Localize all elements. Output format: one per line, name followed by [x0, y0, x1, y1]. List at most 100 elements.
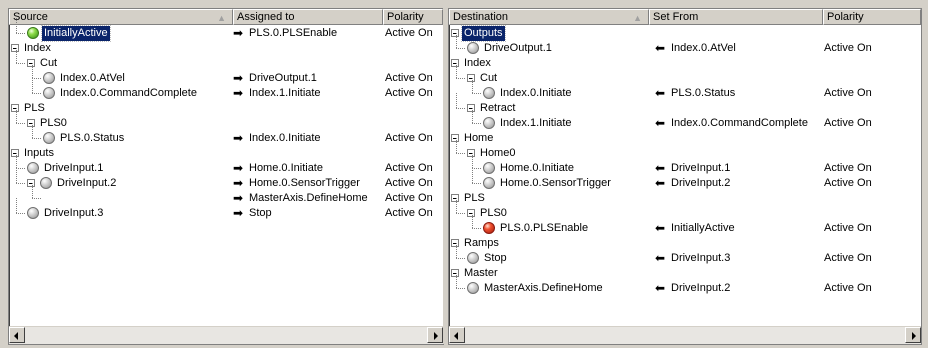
tree-item-label[interactable]: Retract — [478, 101, 517, 116]
tree-group-row[interactable]: Index — [9, 41, 443, 56]
tree-item-label[interactable]: Home.0.SensorTrigger — [498, 176, 613, 191]
tree-group-row[interactable]: PLS0 — [449, 198, 921, 221]
tree-group-row[interactable]: Home — [449, 131, 921, 146]
collapse-icon[interactable] — [27, 179, 35, 187]
tree-row[interactable]: InitiallyActive ➡ PLS.0.PLSEnable Active On — [9, 18, 443, 42]
tree-group-row[interactable]: Index — [449, 56, 921, 71]
column-header-set-from[interactable]: Set From — [649, 9, 823, 25]
collapse-icon[interactable] — [451, 29, 459, 37]
arrow-right-icon: ➡ — [233, 131, 244, 145]
tree-row[interactable]: Home.0.SensorTrigger ⬅ DriveInput.2 Active … — [449, 168, 921, 191]
horizontal-scrollbar[interactable] — [9, 326, 443, 344]
tree-item-label[interactable]: PLS0 — [38, 116, 69, 131]
collapse-icon[interactable] — [27, 119, 35, 127]
pane-splitter[interactable] — [443, 8, 447, 344]
tree-row[interactable]: MasterAxis.DefineHome ⬅ DriveInput.2 Active… — [449, 273, 921, 296]
collapse-icon[interactable] — [467, 149, 475, 157]
tree-row[interactable]: Index.1.Initiate ⬅ Index.0.CommandComplete… — [449, 108, 921, 131]
tree-item-label[interactable]: Home — [462, 131, 495, 146]
tree-connector-line — [472, 153, 473, 168]
scroll-right-button[interactable] — [427, 327, 443, 343]
tree-item-label[interactable]: Index.0.AtVel — [58, 71, 127, 86]
tree-row[interactable]: Home.0.Initiate ⬅ DriveInput.1 Active On — [449, 153, 921, 176]
collapse-icon[interactable] — [467, 74, 475, 82]
tree-item-label[interactable]: PLS.0.Status — [58, 131, 126, 146]
tree-item-label[interactable]: Home.0.Initiate — [498, 161, 576, 176]
tree-item-label[interactable]: Stop — [482, 251, 509, 266]
tree-item-label[interactable]: MasterAxis.DefineHome — [482, 281, 605, 296]
collapse-icon[interactable] — [451, 134, 459, 142]
tree-group-row[interactable]: PLS — [9, 101, 443, 116]
column-header-polarity[interactable]: Polarity — [823, 9, 921, 25]
tree-group-row[interactable]: Cut — [9, 48, 443, 71]
tree-row[interactable]: DriveInput.1 ➡ Home.0.Initiate Active On — [9, 153, 443, 176]
tree-item-label[interactable]: Ramps — [462, 236, 501, 251]
tree-group-row[interactable]: Retract — [449, 93, 921, 116]
tree-item-label[interactable]: PLS — [462, 191, 487, 206]
source-list-pane[interactable]: Source ▲ Assigned to Polarity InitiallyA… — [8, 8, 444, 345]
collapse-icon[interactable] — [451, 269, 459, 277]
tree-item-label[interactable]: Cut — [478, 71, 499, 86]
tree-item-label[interactable]: Cut — [38, 56, 59, 71]
tree-item-label[interactable]: DriveInput.2 — [55, 176, 118, 191]
horizontal-scrollbar[interactable] — [449, 326, 921, 344]
tree-item-label[interactable]: DriveInput.1 — [42, 161, 105, 176]
column-header-polarity[interactable]: Polarity — [383, 9, 443, 25]
scroll-left-button[interactable] — [449, 327, 465, 343]
column-header-assigned-to[interactable]: Assigned to — [233, 9, 383, 25]
tree-item-label[interactable]: Index — [462, 56, 493, 71]
destination-tree[interactable]: Outputs DriveOutput.1 ⬅ Index.0.AtVel Active… — [449, 25, 921, 327]
tree-connector-line — [456, 258, 465, 259]
tree-item-label[interactable]: DriveInput.3 — [42, 206, 105, 221]
tree-group-row[interactable]: Ramps — [449, 236, 921, 251]
tree-item-label[interactable]: DriveOutput.1 — [482, 41, 554, 56]
tree-row[interactable]: DriveInput.3 ➡ Stop Active On — [9, 198, 443, 221]
tree-item-label[interactable]: Index — [22, 41, 53, 56]
collapse-icon[interactable] — [451, 59, 459, 67]
collapse-icon[interactable] — [27, 59, 35, 67]
scroll-left-button[interactable] — [9, 327, 25, 343]
tree-group-row[interactable]: PLS0 — [9, 108, 443, 131]
tree-item-label[interactable]: Index.0.CommandComplete — [58, 86, 199, 101]
tree-item-label[interactable]: InitiallyActive — [41, 25, 111, 42]
collapse-icon[interactable] — [451, 239, 459, 247]
tree-item-label[interactable]: Index.0.Initiate — [498, 86, 574, 101]
tree-item-label[interactable]: Inputs — [22, 146, 56, 161]
collapse-icon[interactable] — [11, 104, 19, 112]
tree-row[interactable]: DriveInput.2 ➡ Home.0.SensorTrigger Active … — [9, 168, 443, 191]
tree-row[interactable]: PLS.0.Status ➡ Index.0.Initiate Active On — [9, 123, 443, 146]
polarity-value: Active On — [824, 252, 872, 264]
tree-row[interactable]: Index.0.Initiate ⬅ PLS.0.Status Active On — [449, 78, 921, 101]
source-tree[interactable]: InitiallyActive ➡ PLS.0.PLSEnable Active On… — [9, 18, 443, 327]
tree-row[interactable]: Index.0.AtVel ➡ DriveOutput.1 Active On — [9, 63, 443, 86]
tree-group-row[interactable]: Cut — [449, 63, 921, 86]
collapse-icon[interactable] — [467, 104, 475, 112]
tree-item-label[interactable]: Master — [462, 266, 500, 281]
tree-item-label[interactable]: PLS0 — [478, 206, 509, 221]
tree-group-row[interactable]: Outputs — [449, 25, 921, 42]
collapse-icon[interactable] — [467, 209, 475, 217]
tree-group-row[interactable]: Home0 — [449, 138, 921, 161]
tree-group-row[interactable]: Inputs — [9, 146, 443, 161]
tree-row[interactable]: ➡ MasterAxis.DefineHome Active On — [9, 183, 443, 206]
tree-item-label[interactable]: PLS — [22, 101, 47, 116]
tree-group-row[interactable]: PLS — [449, 191, 921, 206]
column-header-source[interactable]: Source ▲ — [9, 9, 233, 25]
tree-item-label[interactable]: PLS.0.PLSEnable — [498, 221, 590, 236]
collapse-icon[interactable] — [11, 44, 19, 52]
collapse-icon[interactable] — [11, 149, 19, 157]
tree-row[interactable]: Stop ⬅ DriveInput.3 Active On — [449, 243, 921, 266]
column-header-destination[interactable]: Destination ▲ — [449, 9, 649, 25]
polarity-value: Active On — [824, 117, 872, 129]
tree-item-label[interactable]: Outputs — [461, 25, 506, 42]
tree-connector-line — [472, 168, 473, 183]
tree-group-row[interactable]: Master — [449, 266, 921, 281]
tree-row[interactable]: PLS.0.PLSEnable ⬅ InitiallyActive Active On — [449, 213, 921, 236]
tree-item-label[interactable]: Index.1.Initiate — [498, 116, 574, 131]
scroll-right-button[interactable] — [905, 327, 921, 343]
collapse-icon[interactable] — [451, 194, 459, 202]
tree-row[interactable]: Index.0.CommandComplete ➡ Index.1.Initiate… — [9, 78, 443, 101]
destination-list-pane[interactable]: Destination ▲ Set From Polarity Outputs D… — [448, 8, 922, 345]
tree-item-label[interactable]: Home0 — [478, 146, 517, 161]
tree-row[interactable]: DriveOutput.1 ⬅ Index.0.AtVel Active On — [449, 33, 921, 56]
